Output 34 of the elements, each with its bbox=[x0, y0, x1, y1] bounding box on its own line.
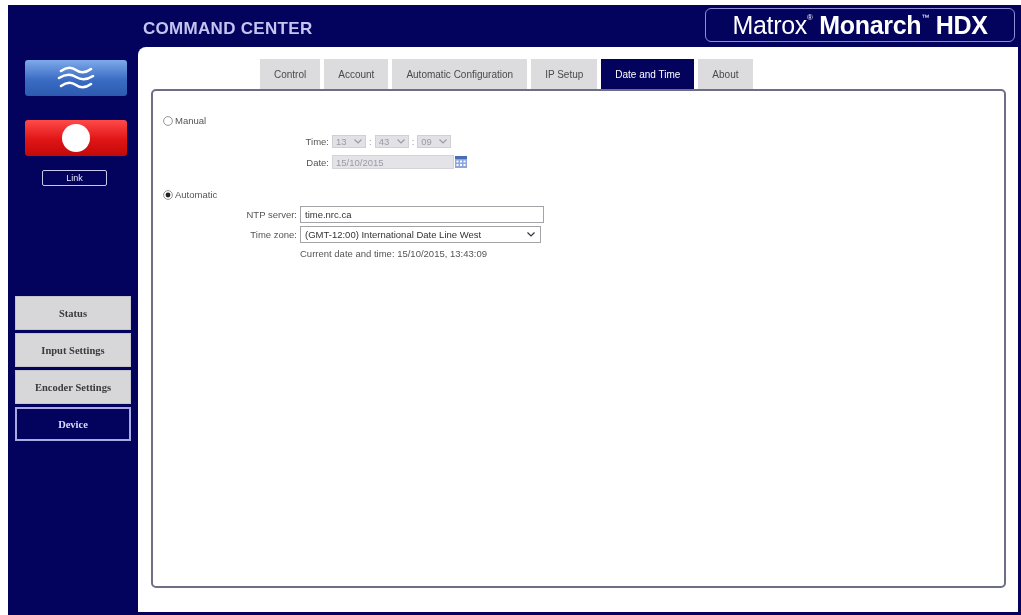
caret-icon bbox=[396, 139, 405, 144]
record-button[interactable] bbox=[25, 120, 127, 156]
sidebar-item[interactable]: Input Settings bbox=[15, 333, 131, 367]
caret-icon bbox=[439, 139, 448, 144]
tab[interactable]: IP Setup bbox=[531, 59, 598, 89]
caret-icon bbox=[527, 232, 535, 237]
ntp-server-field[interactable]: time.nrc.ca bbox=[300, 206, 544, 223]
tab[interactable]: Date and Time bbox=[601, 59, 695, 89]
app-title: COMMAND CENTER bbox=[143, 19, 313, 39]
time-separator: : bbox=[411, 136, 415, 147]
caret-icon bbox=[354, 139, 362, 144]
brand-logo: Matrox$^{®}$ Monarch$^{™}$ HDX bbox=[705, 8, 1015, 42]
sidebar-item[interactable]: Encoder Settings bbox=[15, 370, 131, 404]
link-button[interactable]: Link bbox=[42, 170, 107, 186]
current-date-time-text: Current date and time: 15/10/2015, 13:43:09 bbox=[300, 248, 488, 259]
time-zone-select[interactable]: (GMT-12:00) International Date Line West bbox=[300, 226, 541, 243]
tab[interactable]: About bbox=[698, 59, 753, 89]
tab[interactable]: Account bbox=[324, 59, 389, 89]
tab[interactable]: Control bbox=[260, 59, 321, 89]
record-icon bbox=[62, 124, 90, 152]
waves-button[interactable] bbox=[25, 60, 127, 96]
radio-label: Automatic bbox=[175, 189, 218, 201]
time-separator: : bbox=[369, 136, 372, 147]
field-label: Time zone: bbox=[249, 229, 297, 240]
sidebar-item[interactable]: Device bbox=[15, 407, 131, 441]
field-label: NTP server: bbox=[245, 209, 297, 220]
field-label: Date: bbox=[305, 156, 329, 168]
tab[interactable]: Automatic Configuration bbox=[392, 59, 528, 89]
radio-label: Manual bbox=[175, 115, 207, 127]
sidebar-item[interactable]: Status bbox=[15, 296, 131, 330]
field-label: Time: bbox=[304, 136, 329, 147]
radio-button[interactable] bbox=[163, 190, 173, 200]
calendar-icon[interactable] bbox=[455, 156, 467, 168]
waves-icon bbox=[55, 64, 97, 92]
